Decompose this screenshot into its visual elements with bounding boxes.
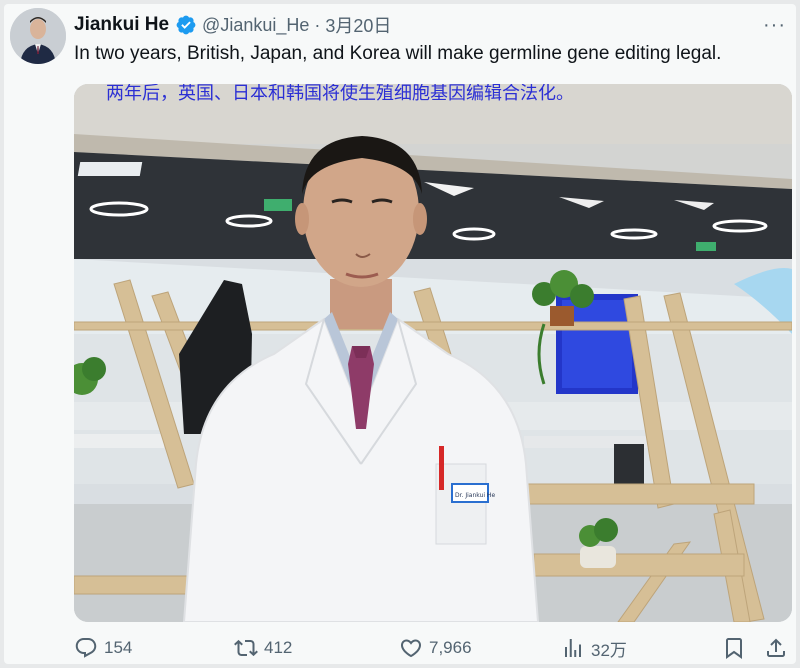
tweet-image[interactable]: 两年后，英国、日本和韩国将使生殖细胞基因编辑合法化。 Dr. Jiankui H… (74, 84, 792, 622)
views-count: 32万 (591, 640, 627, 660)
photo-scene: Dr. Jiankui He (74, 84, 792, 622)
more-icon[interactable]: ··· (763, 14, 786, 37)
like-icon (400, 639, 422, 658)
reply-icon (75, 638, 97, 658)
views-icon (565, 639, 581, 657)
separator-dot: · (314, 14, 321, 35)
like-button[interactable]: 7,966 (399, 636, 472, 660)
image-caption: 两年后，英国、日本和韩国将使生殖细胞基因编辑合法化。 (106, 84, 574, 104)
author-name[interactable]: Jiankui He (74, 14, 169, 36)
action-bar: 154 412 7,966 32万 (74, 632, 794, 664)
share-icon (767, 638, 785, 657)
avatar[interactable] (10, 8, 66, 64)
bookmark-icon (726, 638, 742, 659)
tweet-date[interactable]: 3月20日 (325, 12, 391, 38)
retweet-icon (234, 639, 258, 657)
tweet-header: Jiankui He @Jiankui_He · 3月20日 ··· (74, 10, 786, 40)
reply-count: 154 (104, 638, 133, 657)
share-button[interactable] (764, 636, 794, 660)
name-badge: Dr. Jiankui He (455, 492, 495, 499)
retweet-count: 412 (264, 638, 293, 657)
author-handle[interactable]: @Jiankui_He (202, 15, 309, 36)
like-count: 7,966 (429, 638, 472, 657)
retweet-button[interactable]: 412 (234, 636, 292, 660)
tweet-card[interactable]: Jiankui He @Jiankui_He · 3月20日 ··· In tw… (4, 4, 796, 664)
views-button[interactable]: 32万 (561, 636, 627, 661)
reply-button[interactable]: 154 (74, 636, 132, 660)
bookmark-button[interactable] (722, 636, 752, 660)
tweet-text: In two years, British, Japan, and Korea … (74, 43, 722, 64)
verified-badge-icon (176, 15, 196, 35)
